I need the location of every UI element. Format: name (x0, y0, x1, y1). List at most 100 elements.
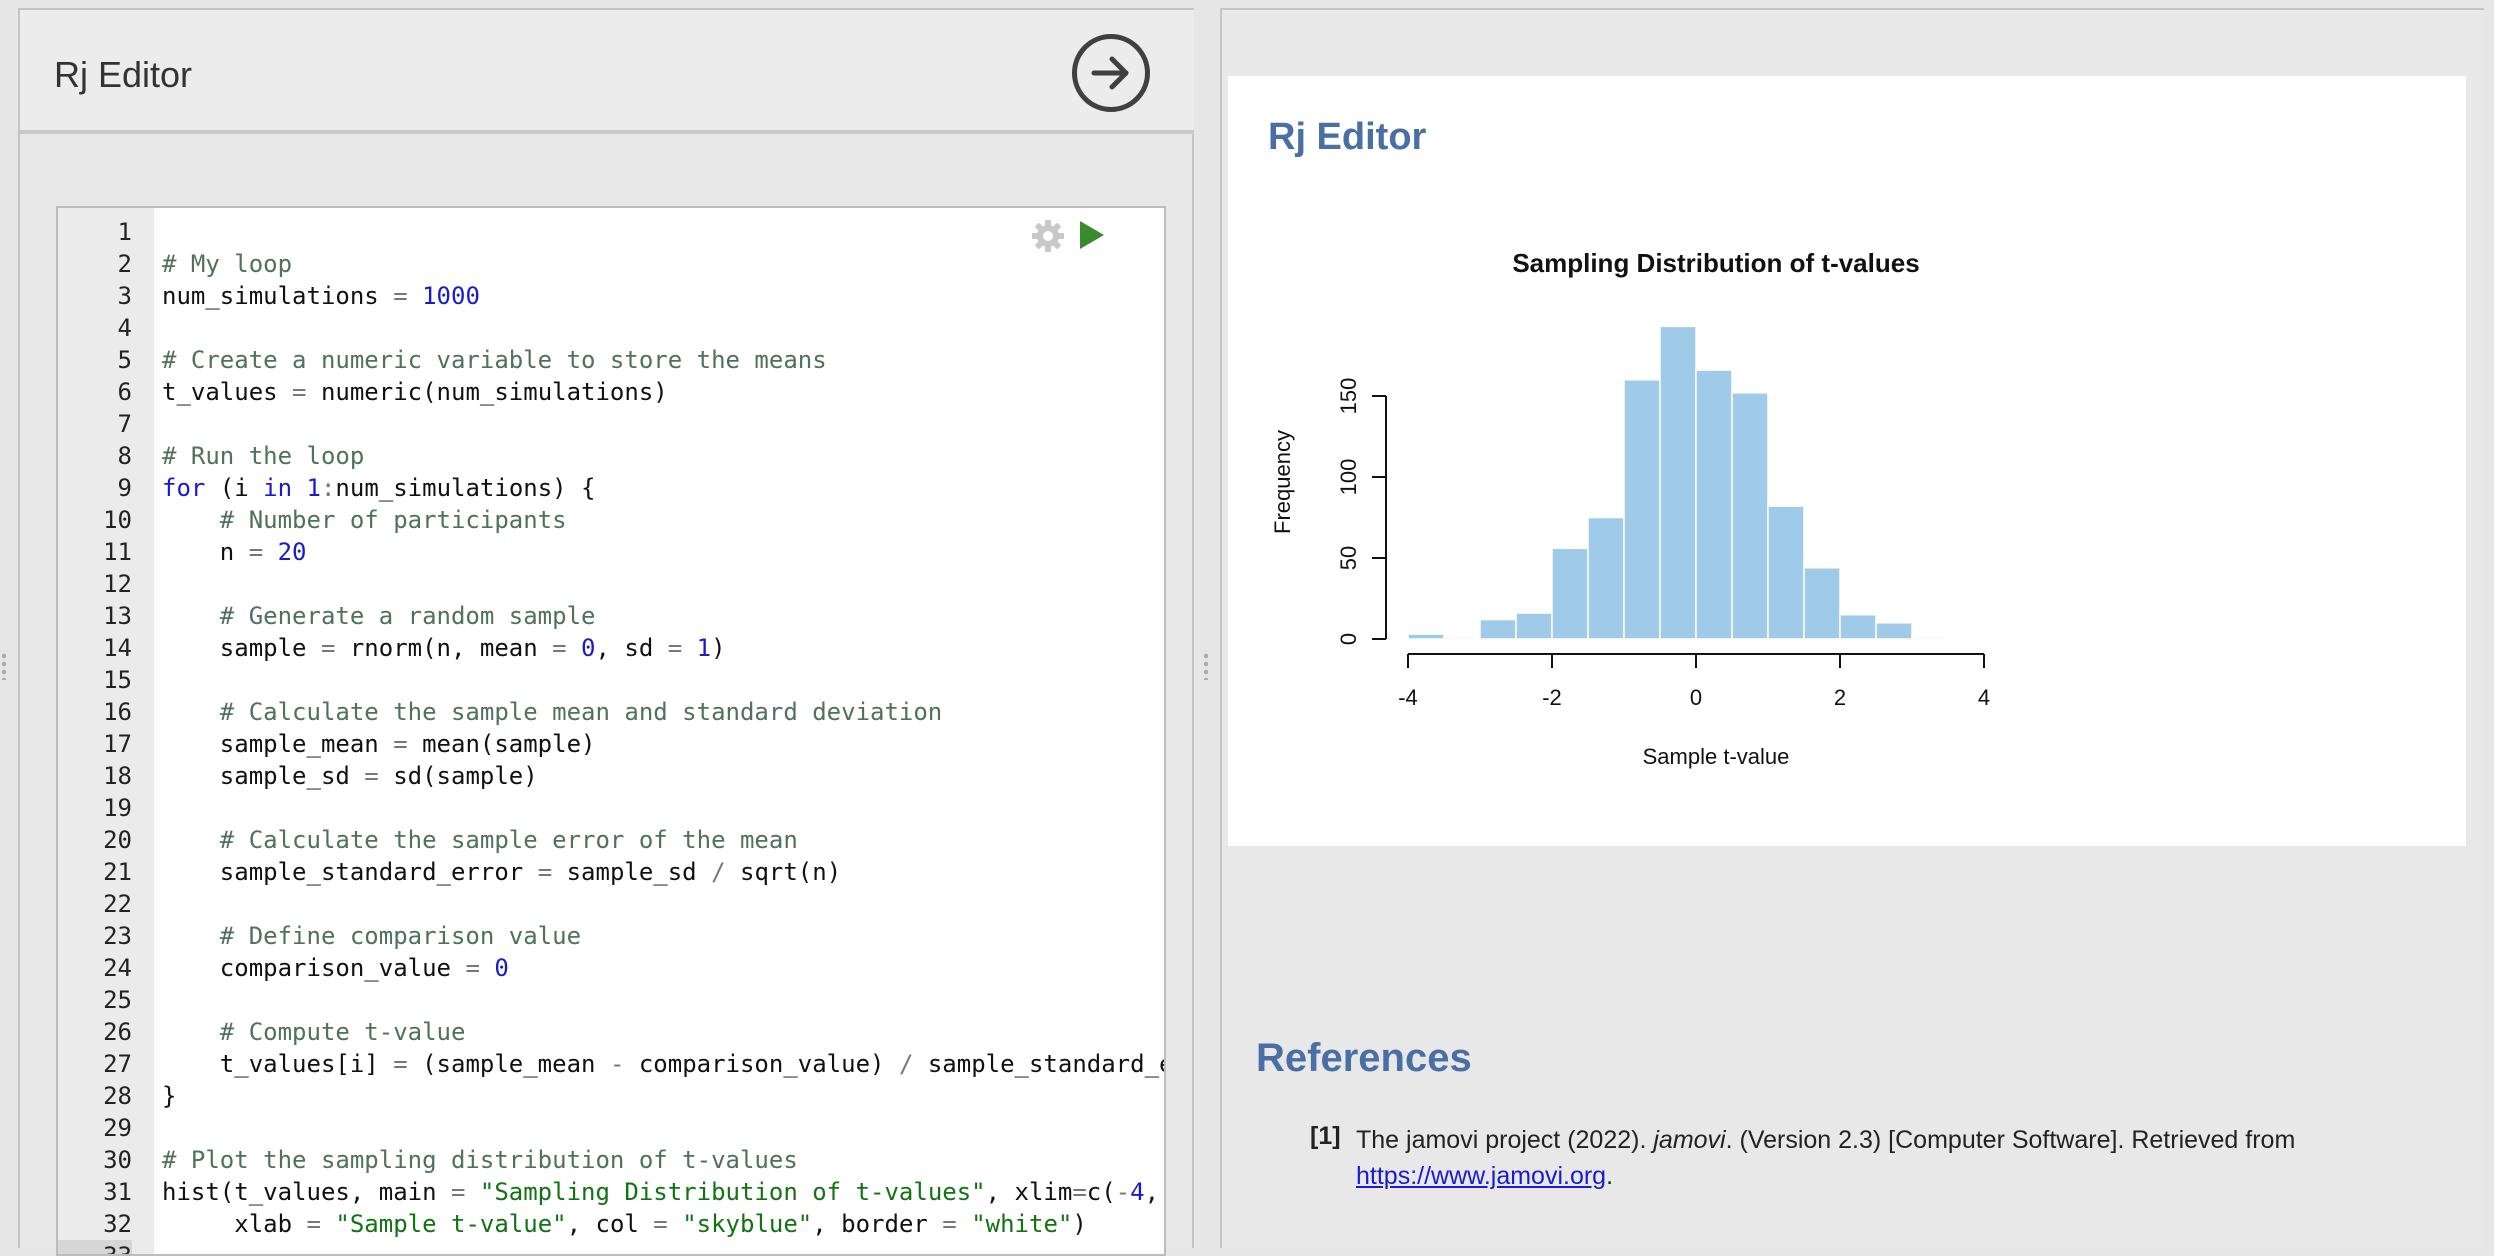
histogram-bar (1911, 636, 1949, 640)
histogram-bar (1515, 612, 1553, 640)
line-number: 14 (103, 634, 132, 662)
code-editor[interactable]: 1 2 # My loop 3 num_simulations = 1000 4 5 # Cr… (56, 206, 1166, 1256)
reference-text-before: The jamovi project (2022). (1356, 1126, 1654, 1154)
code-text: # My loop (162, 250, 293, 278)
code-text: # Compute t-value (219, 1018, 466, 1046)
code-text: for (i in 1:num_simulations) { (162, 474, 596, 502)
histogram-bar (1731, 392, 1769, 640)
line-number: 4 (117, 314, 132, 342)
play-icon[interactable] (1078, 220, 1106, 255)
reference-link[interactable]: https://www.jamovi.org (1356, 1162, 1606, 1190)
code-line[interactable]: 19 (58, 792, 1164, 824)
code-line[interactable]: 9 for (i in 1:num_simulations) { (58, 472, 1164, 504)
code-line[interactable]: 15 (58, 664, 1164, 696)
code-text: sample = rnorm(n, mean = 0, sd = 1) (162, 634, 726, 662)
editor-header: Rj Editor (20, 10, 1194, 134)
histogram-bar (1443, 636, 1481, 640)
line-number: 22 (103, 890, 132, 918)
code-line[interactable]: 14 sample = rnorm(n, mean = 0, sd = 1) (58, 632, 1164, 664)
code-line[interactable]: 28} (58, 1080, 1164, 1112)
code-line[interactable]: 4 (58, 312, 1164, 344)
line-number: 16 (103, 698, 132, 726)
arrow-circle-right-icon[interactable] (1072, 34, 1150, 112)
code-line[interactable]: 30 # Plot the sampling distribution of t-… (58, 1144, 1164, 1176)
histogram-bar (1839, 613, 1877, 640)
line-number: 25 (103, 986, 132, 1014)
line-number: 31 (103, 1178, 132, 1206)
code-line[interactable]: 6 t_values = numeric(num_simulations) (58, 376, 1164, 408)
line-number: 13 (103, 602, 132, 630)
code-line[interactable]: 22 (58, 888, 1164, 920)
code-line[interactable]: 12 (58, 568, 1164, 600)
code-text: # Number of participants (219, 506, 567, 534)
reference-text: The jamovi project (2022). jamovi. (Vers… (1356, 1122, 2436, 1194)
code-line[interactable]: 5 # Create a numeric variable to store th… (58, 344, 1164, 376)
histogram-bar (1803, 566, 1841, 640)
line-number: 3 (117, 282, 132, 310)
gear-icon[interactable] (1030, 218, 1066, 259)
line-number: 26 (103, 1018, 132, 1046)
histogram-bar (1695, 369, 1733, 640)
code-line[interactable]: 20 # Calculate the sample error of the m… (58, 824, 1164, 856)
code-line[interactable]: 17 sample_mean = mean(sample) (58, 728, 1164, 760)
code-line[interactable]: 24 comparison_value = 0 (58, 952, 1164, 984)
code-lines[interactable]: 1 2 # My loop 3 num_simulations = 1000 4 5 # Cr… (58, 216, 1164, 1254)
line-number: 9 (117, 474, 132, 502)
code-line[interactable]: 3 num_simulations = 1000 (58, 280, 1164, 312)
code-text: # Create a numeric variable to store the… (162, 346, 827, 374)
code-text: sample_standard_error = sample_sd / sqrt… (162, 858, 842, 886)
code-text: sample_sd = sd(sample) (162, 762, 538, 790)
middle-splitter-handle[interactable] (1204, 652, 1208, 680)
line-number: 24 (103, 954, 132, 982)
code-line[interactable]: 13 # Generate a random sample (58, 600, 1164, 632)
histogram-chart: Sampling Distribution of t-values Freque… (1270, 248, 1990, 769)
line-number: 27 (103, 1050, 132, 1078)
line-number: 21 (103, 858, 132, 886)
x-tick-label: -2 (1542, 685, 1562, 710)
code-line[interactable]: 31 hist(t_values, main = "Sampling Distri… (58, 1176, 1164, 1208)
code-line[interactable]: 26 # Compute t-value (58, 1016, 1164, 1048)
line-number: 15 (103, 666, 132, 694)
code-line[interactable]: 16 # Calculate the sample mean and stand… (58, 696, 1164, 728)
histogram-bar (1623, 379, 1661, 640)
x-tick-label: 4 (1978, 685, 1990, 710)
x-tick-label: -4 (1398, 685, 1418, 710)
code-line[interactable]: 7 (58, 408, 1164, 440)
code-line[interactable]: 23 # Define comparison value (58, 920, 1164, 952)
code-text: n = 20 (162, 538, 307, 566)
code-line[interactable]: 18 sample_sd = sd(sample) (58, 760, 1164, 792)
code-text: num_simulations = 1000 (162, 282, 480, 310)
code-text: hist(t_values, main = "Sampling Distribu… (162, 1178, 1160, 1206)
reference-number: [1] (1310, 1122, 1341, 1150)
result-card: Rj Editor Sampling Distribution of t-val… (1228, 76, 2466, 846)
code-text: sample_mean = mean(sample) (162, 730, 596, 758)
code-text: # Run the loop (162, 442, 365, 470)
x-tick-label: 2 (1834, 685, 1846, 710)
line-number: 28 (103, 1082, 132, 1110)
code-text: # Define comparison value (219, 922, 582, 950)
editor-title: Rj Editor (54, 54, 193, 95)
y-tick-label: 100 (1336, 459, 1361, 496)
y-tick-label: 50 (1336, 546, 1361, 570)
histogram-bar (1407, 633, 1445, 640)
code-text: t_values = numeric(num_simulations) (162, 378, 668, 406)
line-number: 20 (103, 826, 132, 854)
code-line[interactable]: 10 # Number of participants (58, 504, 1164, 536)
code-line[interactable]: 33 (58, 1240, 1164, 1254)
code-line[interactable]: 25 (58, 984, 1164, 1016)
code-line[interactable]: 11 n = 20 (58, 536, 1164, 568)
code-line[interactable]: 27 t_values[i] = (sample_mean - comparis… (58, 1048, 1164, 1080)
line-number: 8 (117, 442, 132, 470)
code-line[interactable]: 2 # My loop (58, 248, 1164, 280)
code-line[interactable]: 29 (58, 1112, 1164, 1144)
references-title: References (1256, 1036, 1472, 1080)
code-line[interactable]: 32 xlab = "Sample t-value", col = "skybl… (58, 1208, 1164, 1240)
code-line[interactable]: 8 # Run the loop (58, 440, 1164, 472)
code-text: xlab = "Sample t-value", col = "skyblue"… (162, 1210, 1087, 1238)
code-line[interactable]: 21 sample_standard_error = sample_sd / s… (58, 856, 1164, 888)
code-text: # Calculate the sample error of the mean (219, 826, 798, 854)
histogram-bar (1767, 505, 1805, 640)
left-splitter-handle[interactable] (2, 652, 6, 680)
line-number: 23 (103, 922, 132, 950)
code-line[interactable]: 1 (58, 216, 1164, 248)
